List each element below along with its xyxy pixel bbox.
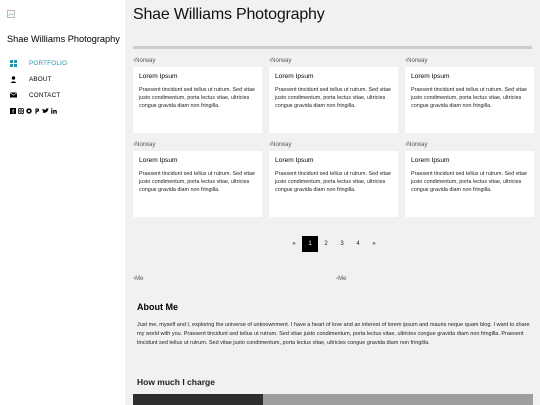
portfolio-card: ▫Norway Lorem Ipsum Praesent tincidunt s… <box>405 57 534 133</box>
card-text: Praesent tincidunt sed tellus ut rutrum.… <box>411 171 527 193</box>
twitter-icon[interactable] <box>42 108 49 116</box>
envelope-icon <box>10 92 17 99</box>
card-text: Praesent tincidunt sed tellus ut rutrum.… <box>139 87 255 109</box>
pinterest-icon[interactable] <box>34 108 40 116</box>
sidebar: Shae Williams Photography PORTFOLIO ABOU… <box>0 0 125 405</box>
card-text: Praesent tincidunt sed tellus ut rutrum.… <box>275 87 391 109</box>
card-body: Lorem Ipsum Praesent tincidunt sed tellu… <box>269 151 398 217</box>
page-title: Shae Williams Photography <box>133 6 325 23</box>
card-body: Lorem Ipsum Praesent tincidunt sed tellu… <box>405 151 534 217</box>
nav-item-portfolio[interactable]: PORTFOLIO <box>10 55 67 71</box>
card-title: Lorem Ipsum <box>139 73 178 80</box>
header-divider <box>133 46 532 49</box>
nav-label: PORTFOLIO <box>29 59 68 67</box>
portfolio-grid: ▫Norway Lorem Ipsum Praesent tincidunt s… <box>133 57 536 217</box>
social-links: f <box>10 108 57 116</box>
portfolio-card: ▫Norway Lorem Ipsum Praesent tincidunt s… <box>133 141 262 217</box>
nav-item-contact[interactable]: CONTACT <box>10 87 67 103</box>
image-alt-text: Norway <box>271 142 292 148</box>
nav-label: ABOUT <box>29 75 52 83</box>
main-content: Shae Williams Photography ▫Norway Lorem … <box>125 0 540 405</box>
nav-item-about[interactable]: ABOUT <box>10 71 67 87</box>
image-alt-text: Norway <box>135 58 156 64</box>
image-alt-text: Norway <box>407 142 428 148</box>
card-title: Lorem Ipsum <box>139 157 178 164</box>
pagination-page-2[interactable]: 2 <box>318 236 334 252</box>
pagination-next[interactable]: » <box>366 236 382 252</box>
image-alt-text: Me <box>338 276 347 282</box>
pricing-progress-bar <box>133 394 533 405</box>
pagination-prev[interactable]: « <box>286 236 302 252</box>
card-title: Lorem Ipsum <box>411 157 450 164</box>
image-alt-text: Norway <box>271 58 292 64</box>
card-image[interactable]: ▫Norway <box>405 57 534 67</box>
card-text: Praesent tincidunt sed tellus ut rutrum.… <box>275 171 391 193</box>
sidebar-brand: Shae Williams Photography <box>7 34 120 44</box>
pagination: « 1 2 3 4 » <box>286 236 382 252</box>
about-heading: About Me <box>137 302 178 312</box>
card-image[interactable]: ▫Norway <box>269 57 398 67</box>
card-body: Lorem Ipsum Praesent tincidunt sed tellu… <box>405 67 534 133</box>
image-alt-text: Norway <box>135 142 156 148</box>
card-body: Lorem Ipsum Praesent tincidunt sed tellu… <box>269 67 398 133</box>
image-alt-text: Me <box>135 276 144 282</box>
user-icon <box>10 75 17 83</box>
card-text: Praesent tincidunt sed tellus ut rutrum.… <box>139 171 255 193</box>
broken-image-icon <box>7 10 15 18</box>
facebook-icon[interactable]: f <box>10 108 16 116</box>
card-image[interactable]: ▫Norway <box>133 141 262 151</box>
grid-icon <box>10 59 17 67</box>
card-image[interactable]: ▫Norway <box>405 141 534 151</box>
about-image-right: ▫ Me <box>336 276 347 282</box>
card-text: Praesent tincidunt sed tellus ut rutrum.… <box>411 87 527 109</box>
card-body: Lorem Ipsum Praesent tincidunt sed tellu… <box>133 67 262 133</box>
pagination-page-4[interactable]: 4 <box>350 236 366 252</box>
portfolio-card: ▫Norway Lorem Ipsum Praesent tincidunt s… <box>269 141 398 217</box>
pagination-page-1[interactable]: 1 <box>302 236 318 252</box>
pricing-heading: How much I charge <box>137 377 215 387</box>
about-image-left: ▫ Me <box>133 276 144 282</box>
image-alt-text: Norway <box>407 58 428 64</box>
about-text: Just me, myself and I, exploring the uni… <box>137 322 530 346</box>
card-image[interactable]: ▫Norway <box>269 141 398 151</box>
card-body: Lorem Ipsum Praesent tincidunt sed tellu… <box>133 151 262 217</box>
pagination-page-3[interactable]: 3 <box>334 236 350 252</box>
portfolio-card: ▫Norway Lorem Ipsum Praesent tincidunt s… <box>405 141 534 217</box>
card-title: Lorem Ipsum <box>411 73 450 80</box>
card-title: Lorem Ipsum <box>275 73 314 80</box>
portfolio-card: ▫Norway Lorem Ipsum Praesent tincidunt s… <box>133 57 262 133</box>
instagram-icon[interactable] <box>18 108 24 116</box>
card-title: Lorem Ipsum <box>275 157 314 164</box>
portfolio-card: ▫Norway Lorem Ipsum Praesent tincidunt s… <box>269 57 398 133</box>
progress-fill <box>133 394 263 405</box>
linkedin-icon[interactable] <box>51 108 57 116</box>
nav-label: CONTACT <box>29 91 61 99</box>
snapchat-icon[interactable] <box>26 108 32 116</box>
sidebar-nav: PORTFOLIO ABOUT CONTACT <box>10 55 67 103</box>
logo-image <box>7 10 17 20</box>
card-image[interactable]: ▫Norway <box>133 57 262 67</box>
